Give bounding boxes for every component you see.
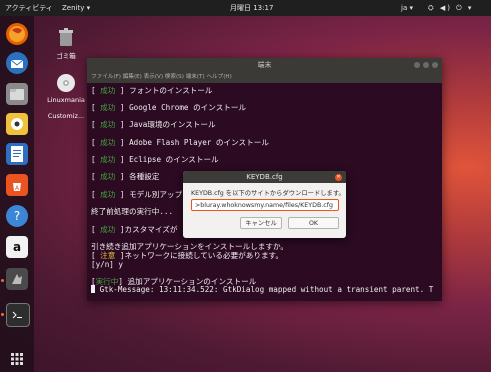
desktop-icon-label: Customiz...	[47, 112, 85, 120]
terminal-line: [ 成功 ] Eclipse のインストール	[91, 155, 219, 164]
menu-search[interactable]: 検索(S)	[165, 74, 184, 80]
zenity-icon[interactable]	[6, 268, 28, 290]
terminal-line: [ 成功 ] Google Chrome のインストール	[91, 103, 247, 112]
terminal-cursor	[91, 285, 95, 293]
terminal-line: [y/n] y	[91, 260, 124, 269]
desktop: アクティビティ Zenity ▾ 月曜日 13:17 ja ▾ ⛭ ◀) ⏻ ▾…	[0, 0, 491, 372]
app-menu[interactable]: Zenity ▾	[62, 0, 90, 16]
terminal-title: 端末	[257, 61, 272, 69]
terminal-line: [ 成功 ] モデル別アップ	[91, 190, 183, 199]
terminal-titlebar[interactable]: 端末	[87, 58, 442, 72]
dialog-message: KEYDB.cfg を以下のサイトからダウンロードします。	[191, 190, 345, 197]
writer-icon[interactable]	[6, 143, 28, 165]
firefox-icon[interactable]	[6, 23, 28, 45]
desktop-icon-linuxmania[interactable]: Linuxmania	[44, 72, 88, 104]
terminal-icon[interactable]	[6, 303, 30, 327]
url-input[interactable]: >bluray.whoknowsmy.name/files/KEYDB.cfg	[191, 199, 339, 211]
amazon-icon[interactable]: a	[6, 236, 28, 258]
cancel-button[interactable]: キャンセル	[240, 217, 282, 229]
terminal-line: [ 成功 ]カスタマイズが	[91, 225, 178, 234]
close-icon[interactable]: ✕	[335, 173, 342, 181]
desktop-icon-label: Linuxmania	[47, 96, 85, 104]
terminal-line: [ 成功 ] Adobe Flash Player のインストール	[91, 138, 269, 147]
help-icon[interactable]: ?	[6, 205, 28, 227]
menu-edit[interactable]: 編集(E)	[123, 74, 142, 80]
thunderbird-icon[interactable]	[6, 52, 28, 74]
desktop-icon-label: ゴミ箱	[56, 52, 76, 60]
desktop-icon-trash[interactable]: ゴミ箱	[44, 26, 88, 60]
grid-icon[interactable]	[6, 348, 28, 370]
dialog-titlebar[interactable]: KEYDB.cfg ✕	[183, 171, 346, 183]
dock: A ? a	[0, 16, 34, 372]
running-indicator	[1, 279, 4, 282]
input-method-indicator[interactable]: ja ▾	[401, 0, 413, 16]
terminal-line: Gtk-Message: 13:11:34.522: GtkDialog map…	[91, 285, 433, 294]
system-tray[interactable]: ⛭ ◀) ⏻ ▾	[428, 0, 473, 16]
close-icon[interactable]	[432, 62, 438, 68]
ok-button[interactable]: OK	[288, 217, 339, 229]
keydb-dialog[interactable]: KEYDB.cfg ✕ KEYDB.cfg を以下のサイトからダウンロードします…	[183, 171, 346, 238]
trash-icon	[55, 26, 77, 48]
menu-view[interactable]: 表示(V)	[144, 74, 163, 80]
clock[interactable]: 月曜日 13:17	[230, 0, 273, 16]
rhythmbox-icon[interactable]	[6, 113, 28, 135]
terminal-line: [ 成功 ] 各種設定	[91, 172, 160, 181]
top-bar: アクティビティ Zenity ▾ 月曜日 13:17 ja ▾ ⛭ ◀) ⏻ ▾	[0, 0, 491, 16]
minimize-icon[interactable]	[414, 62, 420, 68]
terminal-line: [ 成功 ] Java環境のインストール	[91, 120, 216, 129]
menu-file[interactable]: ファイル(F)	[91, 74, 121, 80]
menu-terminal[interactable]: 端末(T)	[186, 74, 205, 80]
desktop-icon-customize[interactable]: Customiz...	[44, 112, 88, 120]
files-icon[interactable]	[6, 83, 28, 105]
menu-help[interactable]: ヘルプ(H)	[206, 74, 231, 80]
running-indicator	[1, 313, 4, 316]
disc-icon	[55, 72, 77, 94]
activities-button[interactable]: アクティビティ	[5, 0, 53, 16]
software-center-icon[interactable]: A	[6, 174, 28, 196]
dialog-title: KEYDB.cfg	[246, 173, 283, 181]
terminal-menubar: ファイル(F) 編集(E) 表示(V) 検索(S) 端末(T) ヘルプ(H)	[87, 72, 442, 83]
maximize-icon[interactable]	[423, 62, 429, 68]
terminal-line: 終了前処理の実行中...	[91, 207, 174, 216]
terminal-line: [ 成功 ] フォントのインストール	[91, 86, 213, 95]
